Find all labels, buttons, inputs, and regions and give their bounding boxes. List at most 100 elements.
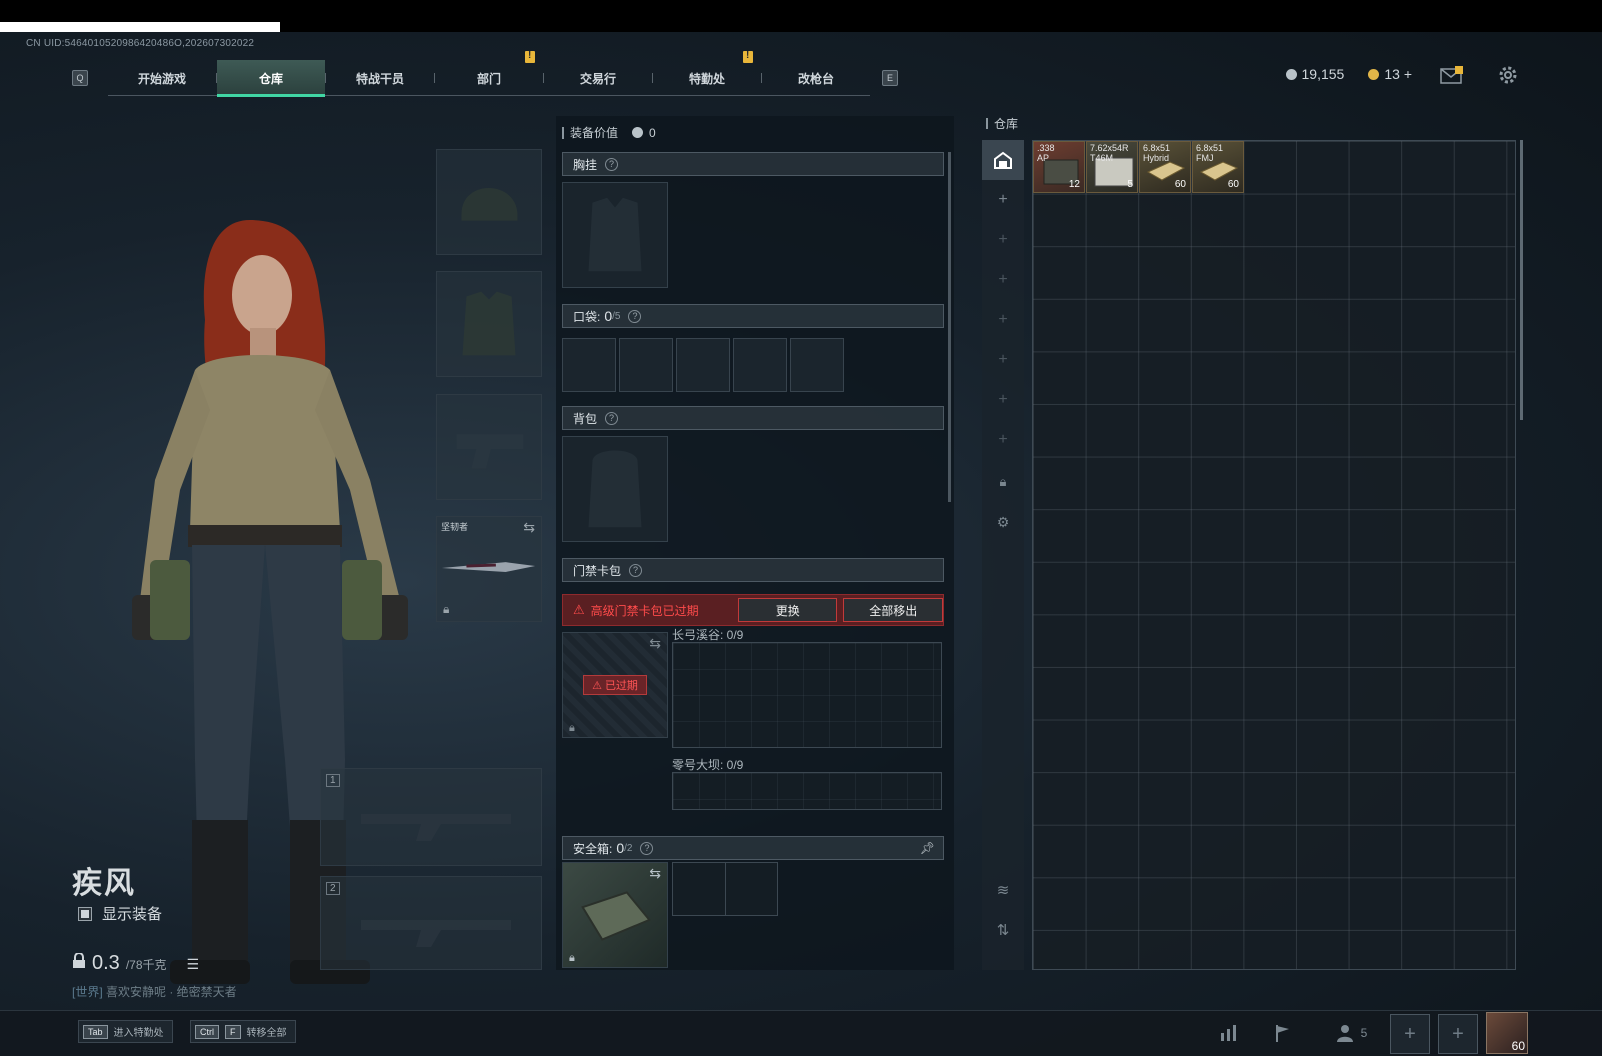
armor-icon (462, 291, 516, 356)
pocket-slot[interactable] (733, 338, 787, 392)
player-avatar[interactable]: 60 (1486, 1012, 1528, 1054)
pin-icon[interactable]: 📌︎ (920, 841, 935, 855)
safe-box-grid[interactable] (672, 862, 778, 916)
help-icon[interactable]: ? (605, 157, 619, 171)
nav-tabs: 开始游戏 仓库 特战干员 部门 交易行 特勤处 改枪台 (108, 50, 870, 97)
pistol-icon (456, 434, 524, 469)
gear-icon[interactable] (1497, 64, 1519, 86)
help-icon[interactable]: ? (605, 411, 619, 425)
add-tab-icon[interactable]: + (982, 340, 1024, 380)
friends-icon[interactable]: 5 (1326, 1016, 1376, 1050)
secondary-weapon-slot[interactable]: 2 (320, 876, 542, 970)
gear-icon[interactable]: ⚙ (982, 502, 1024, 542)
add-squad-member-button[interactable]: + (1390, 1014, 1430, 1054)
add-tab-icon[interactable]: + (982, 180, 1024, 220)
top-black-bar-lower (280, 22, 1602, 32)
panel-scrollbar[interactable] (948, 152, 951, 502)
tab-operators[interactable]: 特战干员 (326, 60, 434, 96)
transfer-all-hotkey[interactable]: Ctrl F 转移全部 (190, 1020, 296, 1043)
warehouse-scrollbar[interactable] (1520, 140, 1523, 420)
melee-slot[interactable]: 坚韧者 ⇆ 🔒︎ (436, 516, 542, 622)
currency-bar: 19,155 13 + (1285, 66, 1412, 82)
inventory-item-338ap[interactable]: .338 AP 12 (1033, 141, 1085, 193)
add-tab-icon[interactable]: + (982, 420, 1024, 460)
add-token-button[interactable]: + (1404, 66, 1412, 82)
loadout-panel: 装备价值 0 胸挂 ? 口袋: 0 /5 ? 背包 ? 门禁卡包 ? ⚠ 高级门… (556, 116, 954, 970)
primary-weapon-slot[interactable]: 1 (320, 768, 542, 866)
pistol-slot[interactable] (436, 394, 542, 500)
move-all-button[interactable]: 全部移出 (843, 598, 943, 622)
swap-icon[interactable]: ⇆ (649, 865, 661, 882)
pocket-slot[interactable] (790, 338, 844, 392)
notification-badge (743, 50, 753, 63)
token-balance[interactable]: 13 + (1368, 66, 1412, 82)
tab-start-game[interactable]: 开始游戏 (108, 60, 216, 96)
tab-warehouse[interactable]: 仓库 (217, 60, 325, 97)
add-tab-icon[interactable]: + (982, 380, 1024, 420)
armor-slot[interactable] (436, 271, 542, 377)
carry-weight: 0.3 /78千克 ☰ (72, 952, 199, 975)
replace-button[interactable]: 更换 (737, 598, 838, 622)
stats-icon[interactable] (1212, 1016, 1246, 1050)
notification-badge (525, 50, 535, 63)
tab-trading[interactable]: 交易行 (544, 60, 652, 96)
lock-icon: 🔒︎ (569, 952, 575, 964)
vest-icon (588, 197, 642, 272)
help-icon[interactable]: ? (629, 563, 643, 577)
rifle-icon (361, 814, 511, 841)
help-icon[interactable]: ? (628, 309, 642, 323)
tab-special-ops[interactable]: 特勤处 (653, 50, 761, 96)
nav-prev-key[interactable]: Q (72, 70, 88, 86)
inventory-item-68x51-hybrid[interactable]: 6.8x51 Hybrid 60 (1139, 141, 1191, 193)
tab-department[interactable]: 部门 (435, 50, 543, 96)
warehouse-grid[interactable]: .338 AP 12 7.62x54R T46M 5 6.8x51 Hybrid… (1032, 140, 1516, 970)
nav-next-key[interactable]: E (882, 70, 898, 86)
operator-name: 疾风 (72, 867, 136, 900)
token-icon (1368, 69, 1380, 80)
lock-icon: 🔒︎ (569, 722, 575, 734)
show-gear-checkbox[interactable] (78, 906, 92, 921)
top-black-bar (0, 0, 1602, 22)
lock-icon[interactable]: 🔒︎ (982, 462, 1024, 502)
dam-keycard-grid[interactable] (672, 772, 942, 810)
tab-gunsmith[interactable]: 改枪台 (762, 60, 870, 96)
backpack-slot[interactable] (562, 436, 668, 542)
enter-special-ops-hotkey[interactable]: Tab 进入特勤处 (78, 1020, 173, 1043)
show-gear-toggle[interactable]: 显示装备 (78, 903, 162, 924)
top-white-strip (0, 22, 280, 32)
world-chat-line[interactable]: [世界] 喜欢安静呢 · 绝密禁天者 (72, 983, 237, 1000)
coin-icon (1285, 69, 1297, 80)
pocket-slot[interactable] (676, 338, 730, 392)
equip-value: 装备价值 0 (562, 124, 656, 141)
layers-icon[interactable]: ≋ (982, 870, 1024, 910)
inventory-item-762x54r[interactable]: 7.62x54R T46M 5 (1086, 141, 1138, 193)
lock-icon: 🔒︎ (443, 602, 450, 616)
list-icon[interactable]: ☰ (187, 956, 200, 973)
valley-keycard-grid[interactable] (672, 642, 942, 748)
flag-icon[interactable] (1266, 1016, 1300, 1050)
warehouse-home-icon[interactable] (982, 140, 1024, 180)
add-tab-icon[interactable]: + (982, 220, 1024, 260)
backpack-icon (588, 450, 642, 528)
pockets-header: 口袋: 0 /5 ? (562, 304, 944, 328)
swap-icon[interactable]: ⇆ (649, 635, 661, 652)
pocket-slot[interactable] (562, 338, 616, 392)
knife-icon (441, 562, 536, 572)
dam-keycard-label: 零号大坝: 0/9 (672, 758, 744, 772)
keycard-slot[interactable]: ⇆ ⚠ 已过期 🔒︎ (562, 632, 668, 738)
keycard-expired-alert: ⚠ 高级门禁卡包已过期 更换 全部移出 (562, 594, 944, 626)
safe-box-slot[interactable]: ⇆ 🔒︎ (562, 862, 668, 968)
inventory-item-68x51-fmj[interactable]: 6.8x51 FMJ 60 (1192, 141, 1244, 193)
add-squad-member-button[interactable]: + (1438, 1014, 1478, 1054)
helmet-slot[interactable] (436, 149, 542, 255)
mail-icon[interactable] (1440, 66, 1464, 84)
sort-icon[interactable]: ⇅ (982, 910, 1024, 950)
add-tab-icon[interactable]: + (982, 260, 1024, 300)
add-tab-icon[interactable]: + (982, 300, 1024, 340)
rifle-icon (361, 920, 511, 947)
chest-rig-slot[interactable] (562, 182, 668, 288)
help-icon[interactable]: ? (640, 841, 654, 855)
uid-text: CN UID:5464010520986420486O,202607302022 (26, 38, 255, 49)
helmet-icon (461, 188, 518, 221)
pocket-slot[interactable] (619, 338, 673, 392)
